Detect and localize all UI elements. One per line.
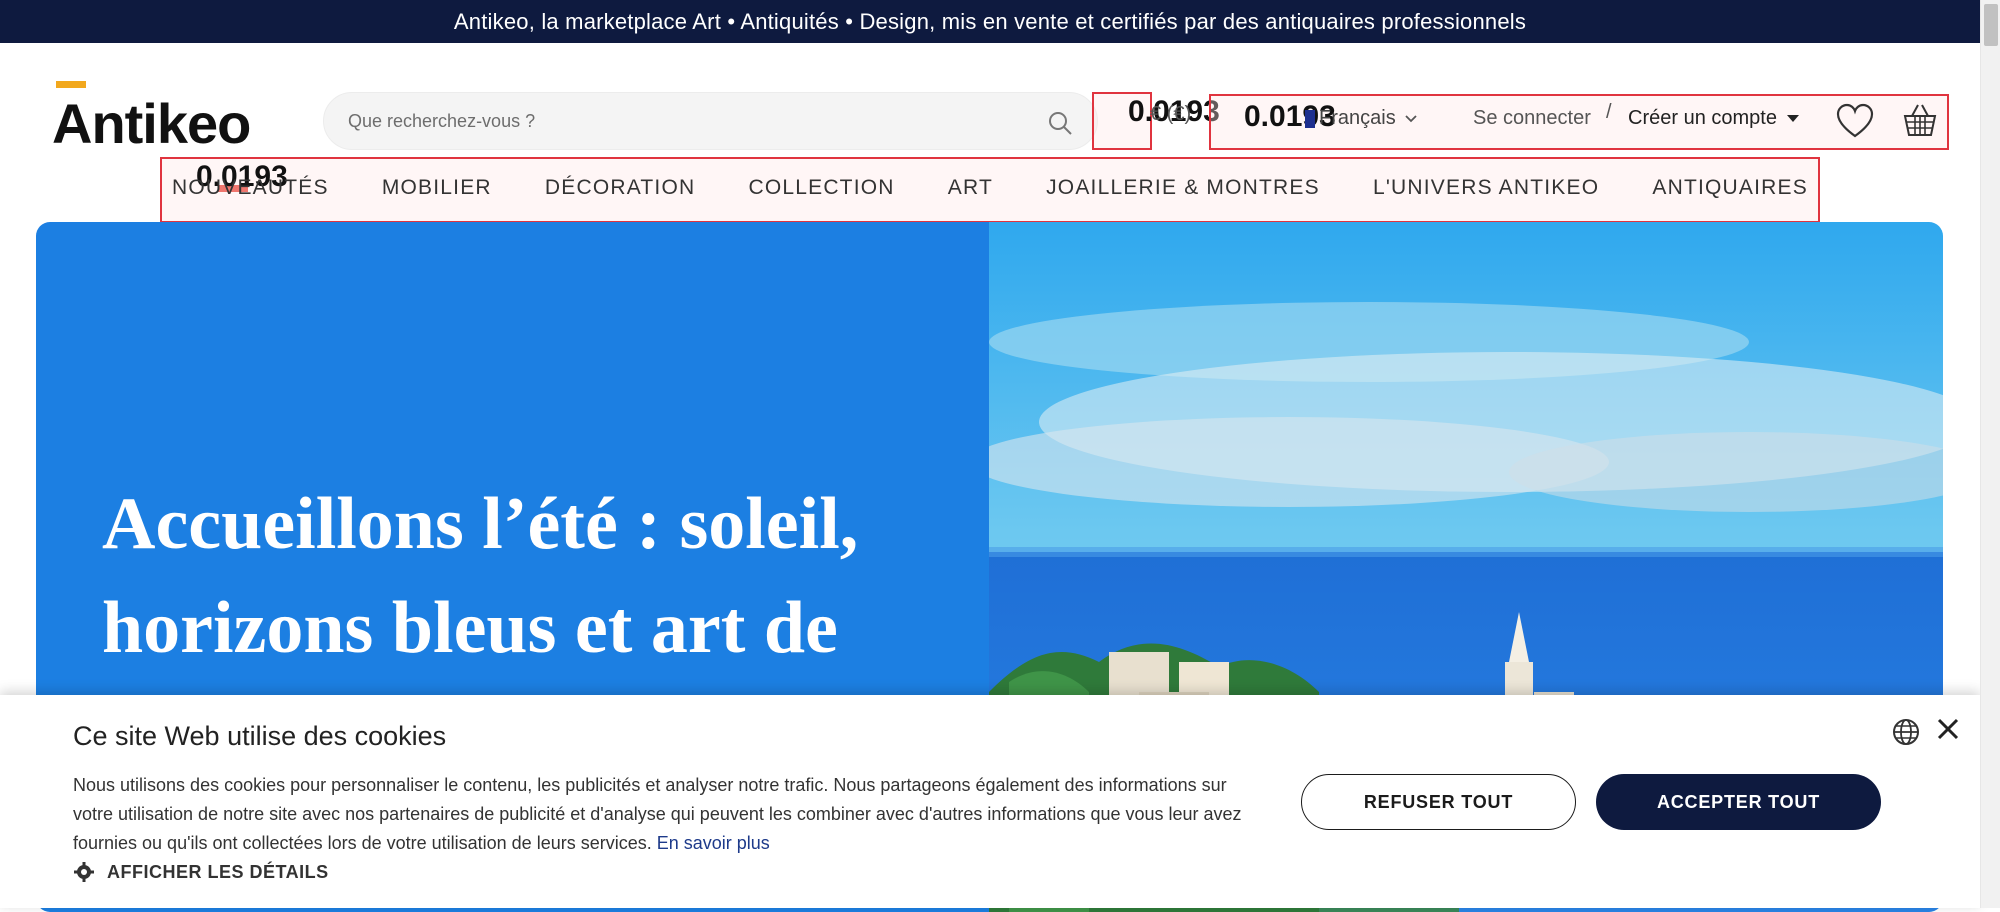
learn-more-link[interactable]: En savoir plus bbox=[657, 833, 770, 853]
site-header: Antikeo 0.0193 € (€) 0.0193 Français Se … bbox=[0, 43, 1980, 223]
gear-icon bbox=[74, 862, 94, 882]
nav-item-mobilier[interactable]: MOBILIER bbox=[382, 176, 492, 200]
show-details-toggle[interactable]: AFFICHER LES DÉTAILS bbox=[73, 861, 329, 883]
chevron-down-icon bbox=[1405, 114, 1417, 122]
nav-item-nouveautes[interactable]: NOUVEAUTÉS bbox=[172, 176, 329, 200]
nav-item-art[interactable]: ART bbox=[948, 176, 993, 200]
cookie-title: Ce site Web utilise des cookies bbox=[73, 721, 447, 751]
nav-item-univers[interactable]: L'UNIVERS ANTIKEO bbox=[1373, 176, 1599, 200]
create-account-menu[interactable]: Créer un compte bbox=[1628, 107, 1799, 130]
site-logo[interactable]: Antikeo bbox=[52, 81, 252, 192]
nav-item-collection[interactable]: COLLECTION bbox=[748, 176, 894, 200]
announcement-text: Antikeo, la marketplace Art • Antiquités… bbox=[453, 8, 1527, 34]
nav-item-joaillerie[interactable]: JOAILLERIE & MONTRES bbox=[1046, 176, 1320, 200]
search-icon[interactable] bbox=[1047, 110, 1073, 136]
refuse-all-button[interactable]: REFUSER TOUT bbox=[1301, 774, 1576, 830]
login-link[interactable]: Se connecter bbox=[1473, 107, 1591, 130]
basket-icon[interactable] bbox=[1901, 101, 1939, 139]
nav-item-decoration[interactable]: DÉCORATION bbox=[545, 176, 695, 200]
page-scrollbar[interactable] bbox=[1980, 0, 2000, 908]
cookie-banner: Ce site Web utilise des cookies Nous uti… bbox=[0, 695, 1980, 908]
accept-all-button[interactable]: ACCEPTER TOUT bbox=[1596, 774, 1881, 830]
language-selector[interactable]: Français bbox=[1305, 107, 1418, 130]
globe-icon[interactable] bbox=[1892, 718, 1920, 746]
search-input[interactable] bbox=[346, 109, 1026, 133]
close-icon[interactable] bbox=[1936, 717, 1960, 741]
logo-accent-bar bbox=[56, 81, 86, 88]
flag-icon bbox=[1305, 109, 1315, 128]
scrollbar-thumb[interactable] bbox=[1984, 4, 1998, 46]
logo-text: Antikeo bbox=[52, 92, 251, 155]
announcement-bar: Antikeo, la marketplace Art • Antiquités… bbox=[0, 0, 1980, 43]
heart-icon[interactable] bbox=[1836, 103, 1874, 139]
nav-item-antiquaires[interactable]: ANTIQUAIRES bbox=[1652, 176, 1808, 200]
language-label: Français bbox=[1319, 107, 1396, 129]
cookie-description: Nous utilisons des cookies pour personna… bbox=[73, 771, 1253, 858]
auth-separator: / bbox=[1606, 101, 1612, 123]
search-bar[interactable] bbox=[323, 92, 1098, 150]
create-account-label: Créer un compte bbox=[1628, 107, 1777, 129]
main-nav: NOUVEAUTÉS MOBILIER DÉCORATION COLLECTIO… bbox=[160, 157, 1820, 219]
show-details-label: AFFICHER LES DÉTAILS bbox=[107, 861, 329, 882]
currency-selector[interactable]: € (€) bbox=[1150, 103, 1191, 126]
caret-down-icon bbox=[1786, 115, 1799, 122]
hero-title: Accueillons l’été : soleil, horizons ble… bbox=[102, 483, 859, 669]
